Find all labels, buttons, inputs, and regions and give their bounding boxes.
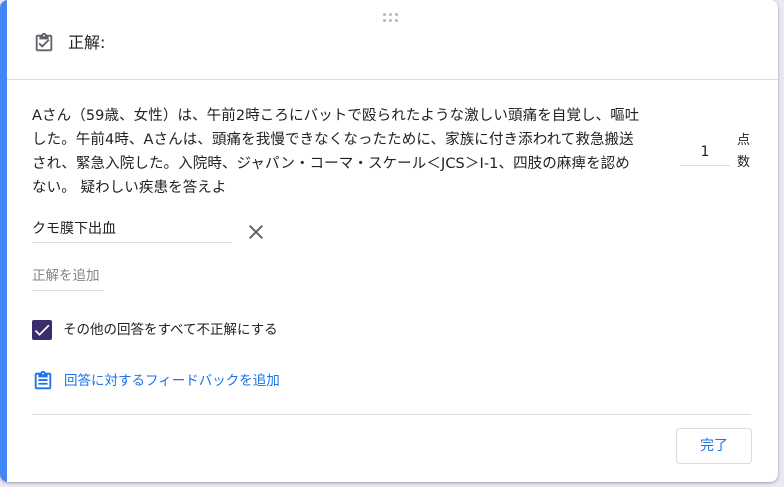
add-feedback-label[interactable]: 回答に対するフィードバックを追加: [64, 370, 280, 392]
mark-others-incorrect-label[interactable]: その他の回答をすべて不正解にする: [63, 320, 278, 340]
add-answer-input[interactable]: 正解を追加: [32, 264, 104, 291]
assignment-icon: [34, 370, 52, 390]
assignment-turned-in-icon: [35, 32, 53, 52]
answer-key-title: 正解:: [68, 33, 106, 52]
points-label: 点数: [737, 133, 751, 170]
correct-answer-field[interactable]: クモ膜下出血: [32, 218, 232, 243]
add-feedback-link[interactable]: 回答に対するフィードバックを追加: [32, 368, 280, 394]
mark-others-incorrect-checkbox[interactable]: [32, 320, 52, 340]
question-text: Aさん（59歳、女性）は、午前2時ころにバットで殴られたような激しい頭痛を自覚し…: [32, 108, 640, 196]
answer-key-card: 正解: Aさん（59歳、女性）は、午前2時ころにバットで殴られたような激しい頭痛…: [0, 0, 778, 482]
close-icon[interactable]: [244, 220, 268, 244]
done-button[interactable]: 完了: [676, 428, 752, 464]
points-input[interactable]: [680, 138, 730, 166]
footer-divider: [32, 414, 751, 415]
check-icon: [34, 324, 50, 336]
answer-key-header: 正解:: [7, 0, 778, 80]
active-card-accent: [0, 0, 7, 482]
